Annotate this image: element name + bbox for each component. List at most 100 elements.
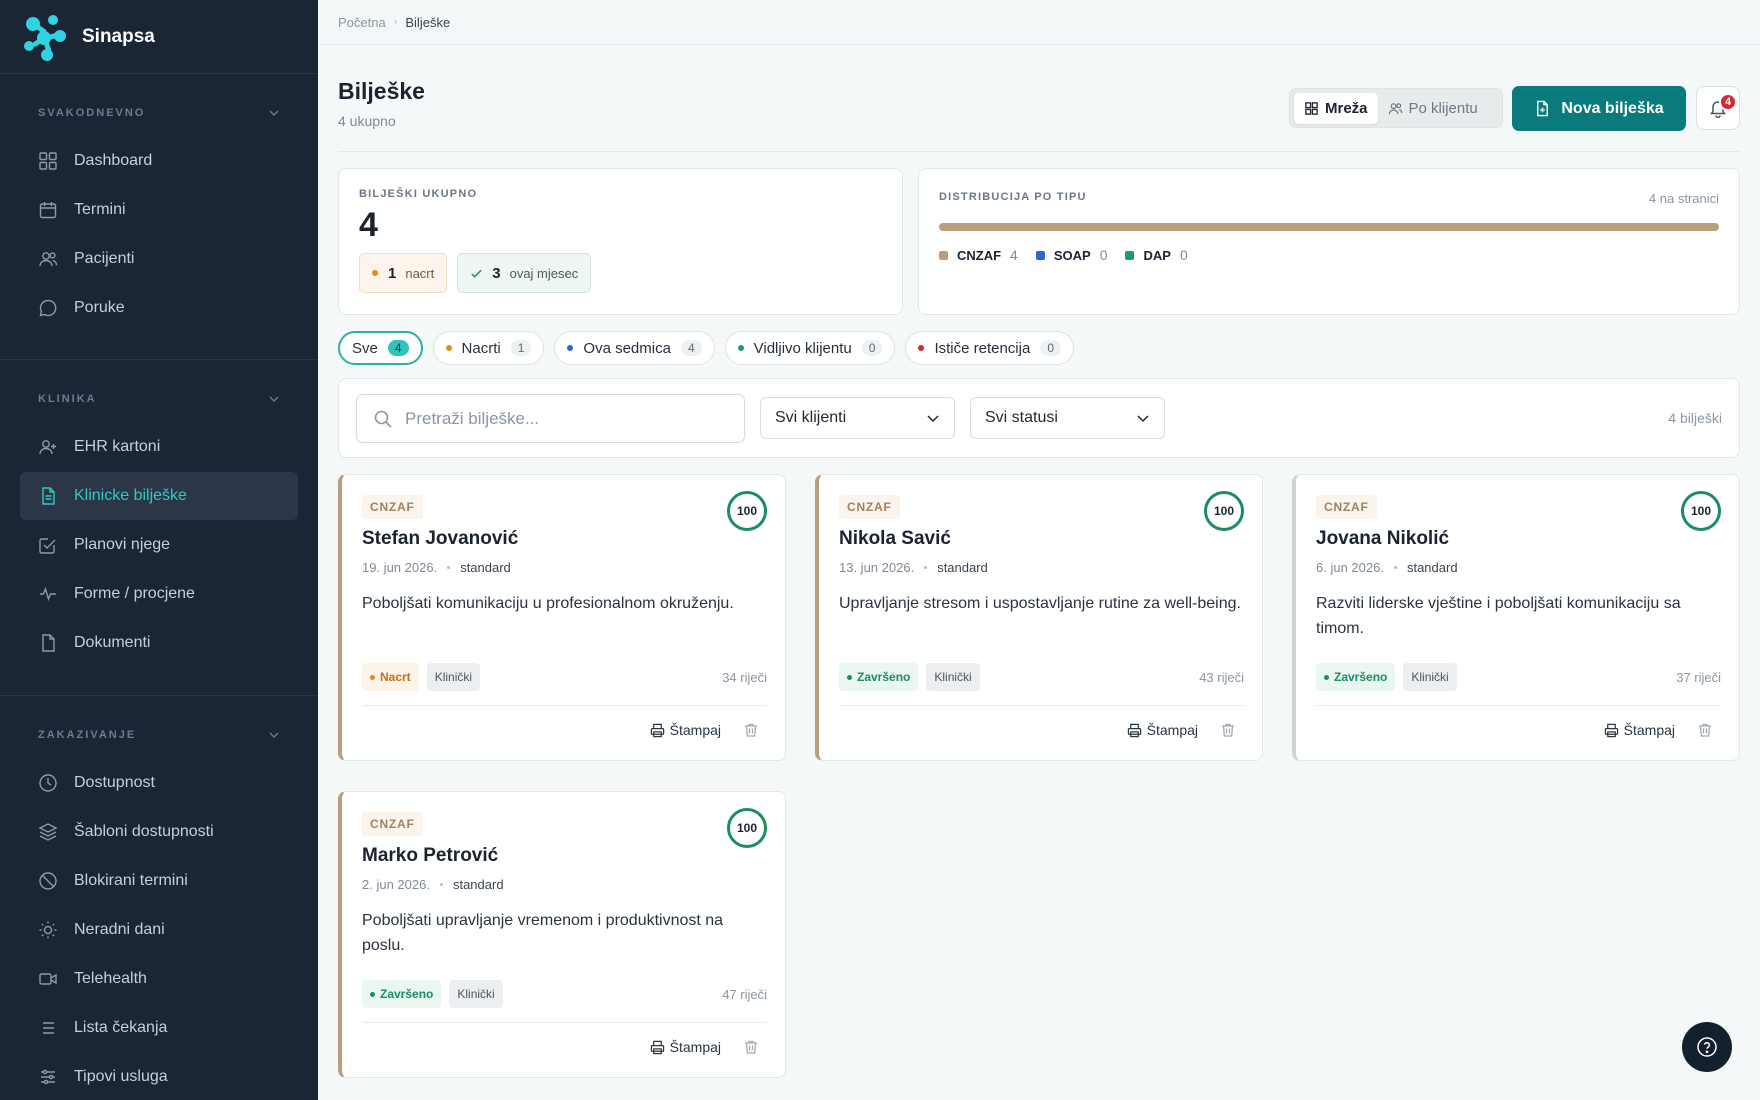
note-goal: Poboljšati komunikaciju u profesionalnom… xyxy=(362,595,734,612)
view-grid-button[interactable]: Mreža xyxy=(1294,92,1378,124)
total-notes-label: BILJEŠKI UKUPNO xyxy=(359,188,478,200)
sidebar-item-service-types[interactable]: Tipovi usluga xyxy=(20,1053,298,1100)
card-divider xyxy=(362,705,767,706)
brand[interactable]: Sinapsa xyxy=(0,0,318,74)
print-label: Štampaj xyxy=(1146,722,1198,738)
note-goal: Upravljanje stresom i uspostavljanje rut… xyxy=(839,595,1241,612)
completeness-score: 100 xyxy=(1681,491,1721,531)
filter-drafts[interactable]: Nacrti 1 xyxy=(432,331,545,365)
client-select[interactable]: Svi klijenti xyxy=(760,397,955,439)
sidebar-item-waitlist[interactable]: Lista čekanja xyxy=(20,1004,298,1052)
category-tag: Klinički xyxy=(426,663,481,691)
legend-count: 0 xyxy=(1099,247,1108,263)
note-type-tag: CNZAF xyxy=(839,495,900,519)
note-type-tag: CNZAF xyxy=(362,495,423,519)
section-head-clinic[interactable]: KLINIKA xyxy=(20,386,298,412)
help-button[interactable] xyxy=(1682,1022,1732,1072)
search-icon xyxy=(374,410,392,428)
help-icon xyxy=(1697,1037,1717,1057)
sidebar-item-availability-templates[interactable]: Šabloni dostupnosti xyxy=(20,808,298,856)
section-head-scheduling[interactable]: ZAKAZIVANJE xyxy=(20,722,298,748)
new-note-button[interactable]: Nova bilješka xyxy=(1512,86,1686,131)
search-input[interactable]: Pretraži bilješke... xyxy=(356,394,745,443)
sidebar-item-label: Dokumenti xyxy=(74,634,151,651)
note-client-name[interactable]: Marko Petrović xyxy=(362,845,767,867)
sidebar-item-forms[interactable]: Forme / procjene xyxy=(20,570,298,618)
trash-icon[interactable] xyxy=(1697,722,1713,738)
filter-this-week[interactable]: Ova sedmica 4 xyxy=(554,331,715,365)
sidebar-item-availability[interactable]: Dostupnost xyxy=(20,759,298,807)
sidebar-item-blocked-slots[interactable]: Blokirani termini xyxy=(20,857,298,905)
legend-name: SOAP xyxy=(1053,247,1091,263)
main-content: Početna › Bilješke Bilješke 4 ukupno Mre… xyxy=(318,0,1760,1100)
card-divider xyxy=(1316,705,1721,706)
word-count: 47 riječi xyxy=(722,986,767,1002)
print-button[interactable]: Štampaj xyxy=(650,1039,721,1055)
sidebar-item-label: Pacijenti xyxy=(74,250,135,267)
note-card[interactable]: CNZAF 100 Nikola Savić 13. jun 2026. sta… xyxy=(815,474,1263,761)
legend-name: DAP xyxy=(1143,247,1171,263)
sidebar-item-poruke[interactable]: Poruke xyxy=(20,284,298,332)
draft-count: 1 xyxy=(388,264,397,282)
filter-client-visible[interactable]: Vidljivo klijentu 0 xyxy=(724,331,896,365)
breadcrumb: Početna › Bilješke xyxy=(318,0,1760,45)
print-button[interactable]: Štampaj xyxy=(1604,722,1675,738)
chevron-down-icon xyxy=(1137,415,1149,423)
legend-swatch xyxy=(939,250,948,260)
note-card[interactable]: CNZAF 100 Jovana Nikolić 6. jun 2026. st… xyxy=(1292,474,1740,761)
sidebar-item-termini[interactable]: Termini xyxy=(20,186,298,234)
trash-icon[interactable] xyxy=(743,1039,759,1055)
category-tag: Klinički xyxy=(1403,663,1457,691)
sun-icon xyxy=(39,921,57,939)
draft-chip[interactable]: 1 nacrt xyxy=(359,253,448,293)
print-button[interactable]: Štampaj xyxy=(650,722,721,738)
word-count: 37 riječi xyxy=(1676,669,1721,685)
sidebar-item-clinical-notes[interactable]: Klinicke bilješke xyxy=(20,472,298,520)
section-head-daily[interactable]: SVAKODNEVNO xyxy=(20,100,298,126)
sidebar-item-dashboard[interactable]: Dashboard xyxy=(20,137,298,185)
search-placeholder: Pretraži bilješke... xyxy=(405,408,540,428)
sidebar-item-label: Neradni dani xyxy=(74,921,165,938)
view-by-client-button[interactable]: Po klijentu xyxy=(1378,93,1488,124)
sidebar-item-pacijenti[interactable]: Pacijenti xyxy=(20,235,298,283)
draft-label: nacrt xyxy=(405,265,435,281)
filter-retention-expiring[interactable]: Ističe retencija 0 xyxy=(905,331,1074,365)
sidebar-item-documents[interactable]: Dokumenti xyxy=(20,619,298,667)
sidebar-item-days-off[interactable]: Neradni dani xyxy=(20,906,298,954)
print-button[interactable]: Štampaj xyxy=(1127,722,1198,738)
dot-separator xyxy=(439,883,443,886)
sidebar-item-care-plans[interactable]: Planovi njege xyxy=(20,521,298,569)
filter-all[interactable]: Sve 4 xyxy=(338,331,423,365)
section-title: KLINIKA xyxy=(38,393,97,405)
legend-count: 4 xyxy=(1010,247,1018,263)
trash-icon[interactable] xyxy=(743,722,759,738)
breadcrumb-home[interactable]: Početna xyxy=(338,15,386,30)
note-card[interactable]: CNZAF 100 Marko Petrović 2. jun 2026. st… xyxy=(338,791,786,1078)
users-icon xyxy=(39,252,58,267)
distribution-label: DISTRIBUCIJA PO TIPU xyxy=(939,191,1087,203)
note-card[interactable]: CNZAF 100 Stefan Jovanović 19. jun 2026.… xyxy=(338,474,786,761)
notification-badge: 4 xyxy=(1719,93,1737,111)
divider xyxy=(0,359,318,360)
printer-icon xyxy=(1604,723,1618,737)
users-icon xyxy=(1388,102,1402,114)
note-date: 13. jun 2026. xyxy=(839,560,915,575)
note-client-name[interactable]: Nikola Savić xyxy=(839,528,1244,550)
this-month-chip[interactable]: 3 ovaj mjesec xyxy=(457,253,592,293)
legend-swatch xyxy=(1035,250,1045,260)
status-label: Završeno xyxy=(1334,670,1388,684)
sidebar-item-ehr[interactable]: EHR kartoni xyxy=(20,423,298,471)
note-client-name[interactable]: Jovana Nikolić xyxy=(1316,528,1721,550)
chevron-down-icon xyxy=(269,732,279,738)
chevron-down-icon xyxy=(269,396,279,402)
status-select[interactable]: Svi statusi xyxy=(970,397,1165,439)
notifications-button[interactable]: 4 xyxy=(1696,86,1740,130)
calendar-icon xyxy=(39,202,57,219)
sidebar-item-label: EHR kartoni xyxy=(74,438,161,455)
note-client-name[interactable]: Stefan Jovanović xyxy=(362,528,767,550)
sidebar-item-telehealth[interactable]: Telehealth xyxy=(20,955,298,1003)
chevron-down-icon xyxy=(269,110,279,116)
trash-icon[interactable] xyxy=(1220,722,1236,738)
filter-label: Ova sedmica xyxy=(583,339,671,357)
print-label: Štampaj xyxy=(669,1039,721,1055)
